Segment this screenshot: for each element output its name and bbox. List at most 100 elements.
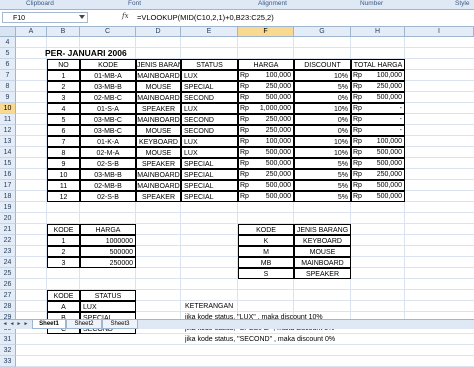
ribbon-group-style[interactable]: Style xyxy=(455,0,469,7)
cell-discount[interactable]: 5% xyxy=(294,169,351,180)
status-table-kode[interactable]: A xyxy=(47,301,80,312)
cell-harga-value[interactable]: 250,000 xyxy=(252,125,293,136)
row-header-25[interactable]: 25 xyxy=(0,268,16,279)
harga-table-value[interactable]: 500000 xyxy=(80,246,136,257)
cell-harga-value[interactable]: 500,000 xyxy=(252,191,293,202)
table-header-cell[interactable]: HARGA xyxy=(238,59,294,70)
cell-discount[interactable]: 5% xyxy=(294,81,351,92)
cell-kode[interactable]: 02-MB-B xyxy=(80,180,136,191)
jenis-table-header[interactable]: KODE xyxy=(238,224,294,235)
cell-status[interactable]: LUX xyxy=(181,70,238,81)
cell-jenis-barang[interactable]: MAINBOARD xyxy=(136,114,181,125)
cell-kode[interactable]: 02-S-B xyxy=(80,158,136,169)
harga-table-value[interactable]: 1000000 xyxy=(80,235,136,246)
cell-discount[interactable]: 10% xyxy=(294,147,351,158)
table-header-cell[interactable]: JENIS BARANG xyxy=(136,59,181,70)
harga-table-header[interactable]: KODE xyxy=(47,224,80,235)
cell-no[interactable]: 3 xyxy=(47,92,80,103)
last-sheet-icon[interactable]: ► xyxy=(23,321,29,328)
cell-discount[interactable]: 5% xyxy=(294,191,351,202)
ribbon-group-clipboard[interactable]: Clipboard xyxy=(26,0,54,7)
harga-table-header[interactable]: HARGA xyxy=(80,224,136,235)
cell-status[interactable]: SECOND xyxy=(181,92,238,103)
row-header-8[interactable]: 8 xyxy=(0,81,16,92)
column-header-b[interactable]: B xyxy=(47,27,80,37)
row-header-12[interactable]: 12 xyxy=(0,125,16,136)
cell-discount[interactable]: 5% xyxy=(294,180,351,191)
prev-sheet-icon[interactable]: ◄ xyxy=(9,321,15,328)
keterangan-title[interactable]: KETERANGAN xyxy=(185,301,355,312)
cell-jenis-barang[interactable]: MAINBOARD xyxy=(136,92,181,103)
cell-jenis-barang[interactable]: KEYBOARD xyxy=(136,136,181,147)
cell-kode[interactable]: 03-MB-C xyxy=(80,125,136,136)
cell-discount[interactable]: 10% xyxy=(294,103,351,114)
cell-discount[interactable]: 10% xyxy=(294,70,351,81)
cell-status[interactable]: LUX xyxy=(181,136,238,147)
cell-harga-value[interactable]: 500,000 xyxy=(252,158,293,169)
column-header-c[interactable]: C xyxy=(80,27,136,37)
column-header-a[interactable]: A xyxy=(16,27,47,37)
jenis-table-kode[interactable]: K xyxy=(238,235,294,246)
row-header-7[interactable]: 7 xyxy=(0,70,16,81)
cell-jenis-barang[interactable]: MOUSE xyxy=(136,147,181,158)
cell-no[interactable]: 9 xyxy=(47,158,80,169)
status-table-value[interactable]: LUX xyxy=(80,301,136,312)
row-header-31[interactable]: 31 xyxy=(0,334,16,345)
row-header-27[interactable]: 27 xyxy=(0,290,16,301)
table-header-cell[interactable]: DISCOUNT xyxy=(294,59,351,70)
row-header-28[interactable]: 28 xyxy=(0,301,16,312)
status-table-header[interactable]: KODE xyxy=(47,290,80,301)
column-header-h[interactable]: H xyxy=(351,27,405,37)
first-sheet-icon[interactable]: ◄ xyxy=(2,321,8,328)
cell-total-value[interactable]: 500,000 xyxy=(365,92,404,103)
row-header-13[interactable]: 13 xyxy=(0,136,16,147)
row-header-23[interactable]: 23 xyxy=(0,246,16,257)
cell-harga-value[interactable]: 500,000 xyxy=(252,180,293,191)
cell-kode[interactable]: 01-K-A xyxy=(80,136,136,147)
cell-jenis-barang[interactable]: SPEAKER xyxy=(136,191,181,202)
cell-kode[interactable]: 03-MB-B xyxy=(80,81,136,92)
formula-input[interactable]: =VLOOKUP(MID(C10,2,1)+0,B23:C25,2) xyxy=(137,12,472,23)
keterangan-line[interactable]: jika kode status, "SECOND" , maka discou… xyxy=(185,334,385,345)
cell-harga-value[interactable]: 100,000 xyxy=(252,136,293,147)
cell-no[interactable]: 12 xyxy=(47,191,80,202)
next-sheet-icon[interactable]: ► xyxy=(16,321,22,328)
cell-jenis-barang[interactable]: MOUSE xyxy=(136,125,181,136)
cell-total-value[interactable]: 500,000 xyxy=(365,147,404,158)
jenis-table-value[interactable]: KEYBOARD xyxy=(294,235,351,246)
column-header-i[interactable]: I xyxy=(405,27,474,37)
cell-total-value[interactable]: 500,000 xyxy=(365,180,404,191)
cell-total-value[interactable]: 500,000 xyxy=(365,191,404,202)
cell-discount[interactable]: 0% xyxy=(294,114,351,125)
cell-harga-value[interactable]: 100,000 xyxy=(252,70,293,81)
name-box-dropdown-icon[interactable] xyxy=(79,15,85,19)
sheet-title[interactable]: PER- JANUARI 2006 xyxy=(45,48,185,59)
row-header-22[interactable]: 22 xyxy=(0,235,16,246)
cell-total-value[interactable]: - xyxy=(365,103,404,114)
jenis-table-value[interactable]: MOUSE xyxy=(294,246,351,257)
row-header-17[interactable]: 17 xyxy=(0,180,16,191)
cell-status[interactable]: SPECIAL xyxy=(181,158,238,169)
harga-table-kode[interactable]: 2 xyxy=(47,246,80,257)
jenis-table-kode[interactable]: M xyxy=(238,246,294,257)
cell-kode[interactable]: 02-S-B xyxy=(80,191,136,202)
cell-status[interactable]: SPECIAL xyxy=(181,191,238,202)
cell-discount[interactable]: 5% xyxy=(294,158,351,169)
cell-no[interactable]: 8 xyxy=(47,147,80,158)
cell-no[interactable]: 7 xyxy=(47,136,80,147)
harga-table-kode[interactable]: 1 xyxy=(47,235,80,246)
cell-no[interactable]: 4 xyxy=(47,103,80,114)
row-header-6[interactable]: 6 xyxy=(0,59,16,70)
cell-jenis-barang[interactable]: SPEAKER xyxy=(136,103,181,114)
row-header-33[interactable]: 33 xyxy=(0,356,16,367)
cell-no[interactable]: 6 xyxy=(47,125,80,136)
cell-total-value[interactable]: 100,000 xyxy=(365,70,404,81)
column-header-d[interactable]: D xyxy=(136,27,181,37)
cell-harga-value[interactable]: 500,000 xyxy=(252,147,293,158)
cell-no[interactable]: 11 xyxy=(47,180,80,191)
ribbon-group-number[interactable]: Number xyxy=(360,0,383,7)
cell-total-value[interactable]: - xyxy=(365,114,404,125)
cell-kode[interactable]: 03-MB-B xyxy=(80,169,136,180)
cell-status[interactable]: LUX xyxy=(181,103,238,114)
cell-total-value[interactable]: 500,000 xyxy=(365,158,404,169)
